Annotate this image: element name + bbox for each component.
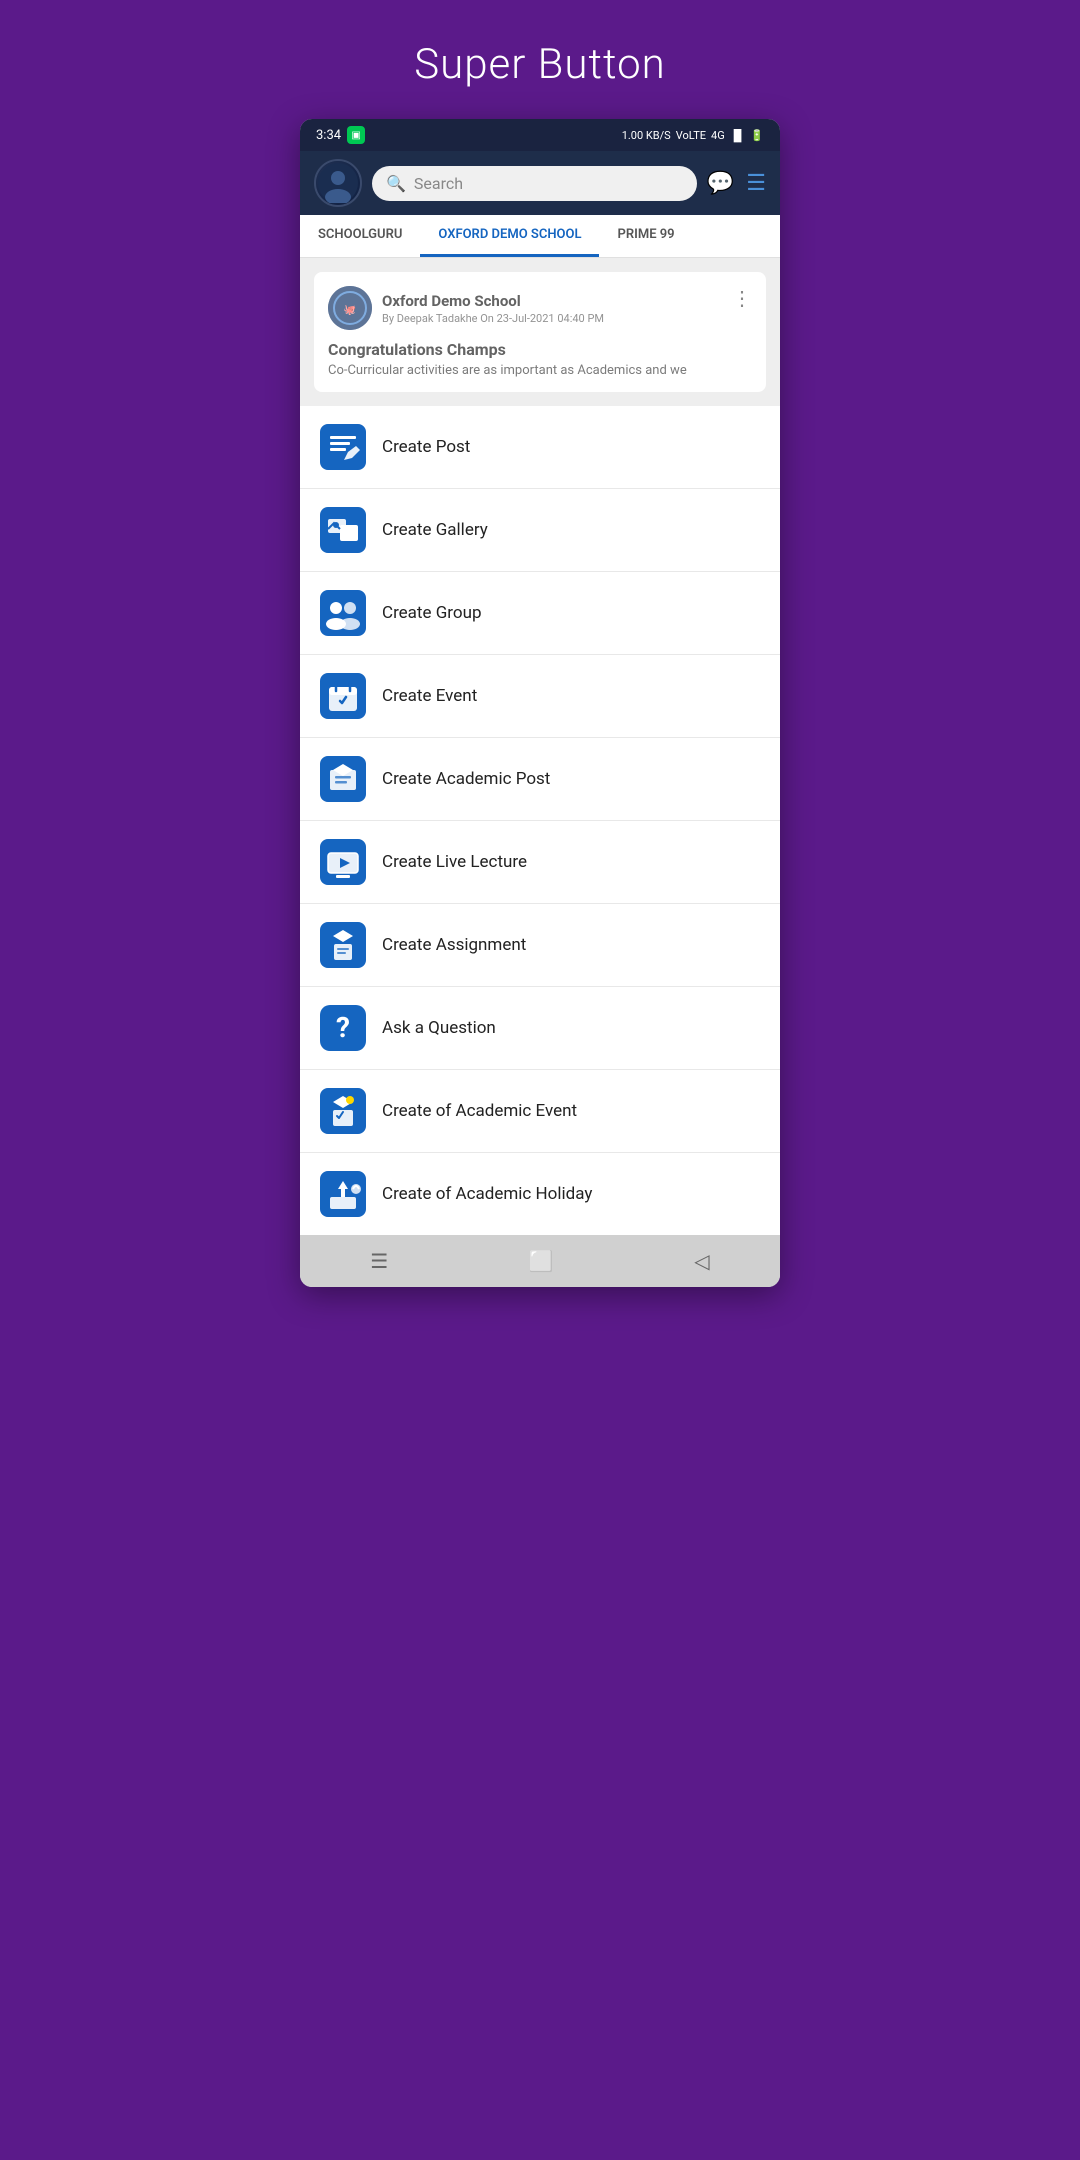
battery-icon: 🔋	[750, 129, 764, 142]
group-icon	[320, 590, 366, 636]
status-right: 1.00 KB/S VoLTE 4G ▐▌ 🔋	[622, 129, 764, 142]
academic-event-icon	[320, 1088, 366, 1134]
menu-item-create-live-lecture[interactable]: Create Live Lecture	[300, 821, 780, 904]
status-left: 3:34 ▣	[316, 126, 365, 144]
signal-bars: ▐▌	[730, 129, 746, 142]
post-author-date: By Deepak Tadakhe On 23-Jul-2021 04:40 P…	[382, 312, 604, 325]
post-user-info: Oxford Demo School By Deepak Tadakhe On …	[382, 292, 604, 325]
menu-item-create-post[interactable]: Create Post	[300, 406, 780, 489]
svg-text:🐙: 🐙	[344, 304, 356, 316]
question-icon: ?	[320, 1005, 366, 1051]
post-avatar: 🐙	[328, 286, 372, 330]
create-gallery-label: Create Gallery	[382, 520, 488, 540]
page-title: Super Button	[414, 40, 665, 89]
content-preview: 🐙 Oxford Demo School By Deepak Tadakhe O…	[300, 258, 780, 406]
academic-post-icon	[320, 756, 366, 802]
nav-menu-icon[interactable]: ☰	[370, 1249, 388, 1273]
header-icons: 💬 ☰	[707, 171, 766, 196]
tabs-bar: SCHOOLGURU OXFORD DEMO SCHOOL PRIME 99	[300, 215, 780, 258]
create-group-label: Create Group	[382, 603, 482, 623]
search-bar[interactable]: 🔍 Search	[372, 166, 697, 201]
ask-question-label: Ask a Question	[382, 1018, 496, 1038]
post-user: 🐙 Oxford Demo School By Deepak Tadakhe O…	[328, 286, 604, 330]
menu-item-create-event[interactable]: Create Event	[300, 655, 780, 738]
menu-item-create-academic-post[interactable]: Create Academic Post	[300, 738, 780, 821]
hamburger-icon[interactable]: ☰	[746, 171, 766, 196]
create-academic-event-label: Create of Academic Event	[382, 1101, 577, 1121]
search-placeholder-text: Search	[414, 174, 463, 193]
create-post-label: Create Post	[382, 437, 470, 457]
menu-item-create-group[interactable]: Create Group	[300, 572, 780, 655]
post-card: 🐙 Oxford Demo School By Deepak Tadakhe O…	[314, 272, 766, 392]
svg-text:?: ?	[336, 1011, 350, 1044]
network-speed: 1.00 KB/S	[622, 129, 671, 142]
create-academic-holiday-label: Create of Academic Holiday	[382, 1184, 592, 1204]
tab-oxford[interactable]: OXFORD DEMO SCHOOL	[420, 215, 599, 257]
tab-schoolguru[interactable]: SCHOOLGURU	[300, 215, 420, 257]
menu-item-create-academic-event[interactable]: Create of Academic Event	[300, 1070, 780, 1153]
post-description: Co-Curricular activities are as importan…	[328, 363, 752, 378]
bottom-nav: ☰ ⬜ ◁	[300, 1235, 780, 1287]
chat-icon[interactable]: 💬	[707, 171, 734, 196]
app-header: 🔍 Search 💬 ☰	[300, 151, 780, 215]
status-time: 3:34	[316, 128, 341, 143]
avatar[interactable]	[314, 159, 362, 207]
post-more-button[interactable]: ⋮	[732, 286, 752, 310]
menu-item-create-gallery[interactable]: Create Gallery	[300, 489, 780, 572]
post-school-name: Oxford Demo School	[382, 292, 604, 310]
post-header: 🐙 Oxford Demo School By Deepak Tadakhe O…	[328, 286, 752, 330]
phone-frame: 3:34 ▣ 1.00 KB/S VoLTE 4G ▐▌ 🔋	[300, 119, 780, 1287]
outer-wrapper: Super Button 3:34 ▣ 1.00 KB/S VoLTE 4G ▐…	[270, 0, 810, 1327]
search-icon: 🔍	[386, 174, 406, 193]
create-academic-post-label: Create Academic Post	[382, 769, 550, 789]
nav-back-icon[interactable]: ◁	[694, 1249, 709, 1273]
avatar-inner	[316, 161, 360, 205]
tab-prime99[interactable]: PRIME 99	[599, 215, 692, 257]
event-icon	[320, 673, 366, 719]
status-bar: 3:34 ▣ 1.00 KB/S VoLTE 4G ▐▌ 🔋	[300, 119, 780, 151]
assignment-icon	[320, 922, 366, 968]
live-lecture-icon	[320, 839, 366, 885]
menu-item-create-assignment[interactable]: Create Assignment	[300, 904, 780, 987]
post-title: Congratulations Champs	[328, 340, 752, 359]
status-app-icon: ▣	[347, 126, 365, 144]
academic-holiday-icon	[320, 1171, 366, 1217]
menu-item-create-academic-holiday[interactable]: Create of Academic Holiday	[300, 1153, 780, 1235]
gallery-icon	[320, 507, 366, 553]
create-assignment-label: Create Assignment	[382, 935, 526, 955]
network-type: VoLTE	[676, 129, 706, 142]
post-icon	[320, 424, 366, 470]
network-gen: 4G	[711, 129, 725, 142]
menu-item-ask-question[interactable]: ? Ask a Question	[300, 987, 780, 1070]
menu-list: Create Post Create Gallery	[300, 406, 780, 1235]
nav-home-icon[interactable]: ⬜	[529, 1249, 554, 1273]
create-live-lecture-label: Create Live Lecture	[382, 852, 527, 872]
create-event-label: Create Event	[382, 686, 477, 706]
